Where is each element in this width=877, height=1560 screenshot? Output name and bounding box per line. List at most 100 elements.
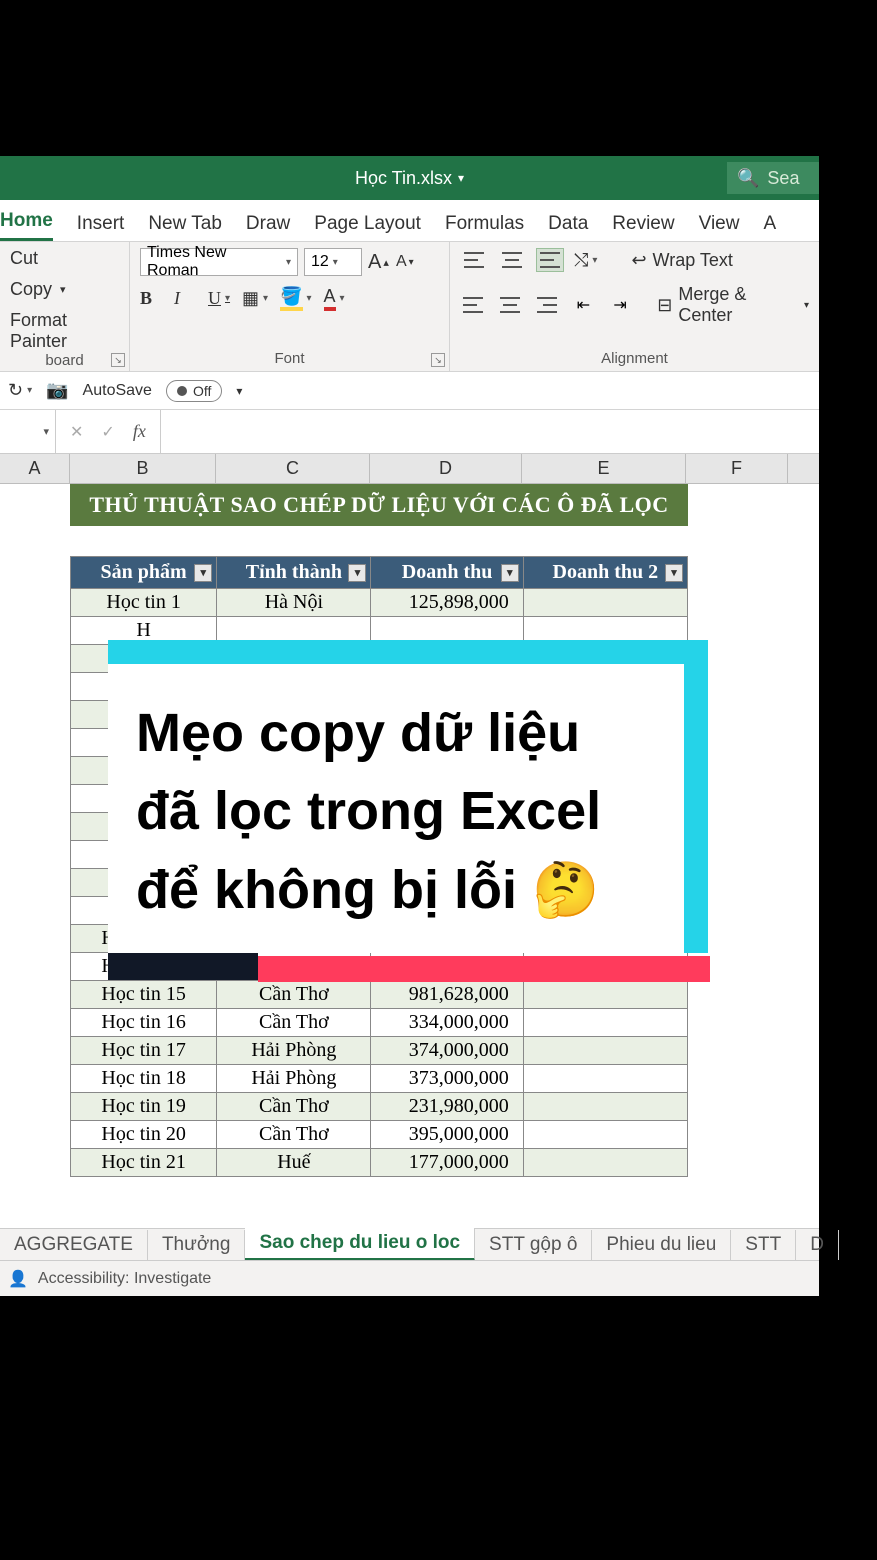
underline-button[interactable]: U [208,288,230,309]
cell-revenue2[interactable] [523,1009,687,1037]
sheet-tab-phieu[interactable]: Phieu du lieu [592,1230,731,1260]
search-box[interactable]: 🔍 Sea [727,162,819,194]
cell-city[interactable]: Cần Thơ [217,1093,371,1121]
col-c[interactable]: C [216,454,370,483]
table-row[interactable]: Học tin 21Huế177,000,000 [71,1149,688,1177]
filter-icon[interactable]: ▾ [501,564,519,582]
sheet-tab-thuong[interactable]: Thưởng [148,1230,246,1260]
cell-revenue[interactable]: 373,000,000 [371,1065,523,1093]
fill-color-button[interactable]: 🪣 [280,286,311,311]
table-row[interactable]: Học tin 1Hà Nội125,898,000 [71,589,688,617]
cell-revenue[interactable]: 334,000,000 [371,1009,523,1037]
cell-revenue[interactable]: 125,898,000 [371,589,523,617]
borders-button[interactable]: ▦ [242,288,268,309]
decrease-font-icon[interactable]: A▾ [396,253,418,271]
cell-city[interactable]: Cần Thơ [217,1009,371,1037]
camera-icon[interactable]: 📷 [46,380,68,401]
cell-product[interactable]: Học tin 16 [71,1009,217,1037]
filter-icon[interactable]: ▾ [665,564,683,582]
cell-revenue2[interactable] [523,1065,687,1093]
cell-revenue[interactable]: 177,000,000 [371,1149,523,1177]
decrease-indent-icon[interactable]: ⇤ [570,293,597,317]
cell-product[interactable]: Học tin 17 [71,1037,217,1065]
sheet-tab-saochep[interactable]: Sao chep du lieu o loc [245,1228,475,1261]
clipboard-dialog-launcher[interactable]: ↘ [111,353,125,367]
tab-home[interactable]: Home [0,202,53,241]
format-painter-button[interactable]: Format Painter [10,310,119,352]
wrap-text-button[interactable]: ↩ Wrap Text [631,250,732,271]
cell-product[interactable]: Học tin 15 [71,981,217,1009]
table-row[interactable]: Học tin 15Cần Thơ981,628,000 [71,981,688,1009]
cell-revenue2[interactable] [523,1093,687,1121]
sheet-tab-aggregate[interactable]: AGGREGATE [0,1230,148,1260]
cell-revenue[interactable]: 231,980,000 [371,1093,523,1121]
increase-indent-icon[interactable]: ⇥ [607,293,634,317]
cell-city[interactable]: Cần Thơ [217,1121,371,1149]
header-doanhthu[interactable]: Doanh thu ▾ [371,557,523,589]
cell-revenue[interactable]: 374,000,000 [371,1037,523,1065]
table-row[interactable]: Học tin 20Cần Thơ395,000,000 [71,1121,688,1149]
col-b[interactable]: B [70,454,216,483]
cell-city[interactable]: Cần Thơ [217,981,371,1009]
tab-newtab[interactable]: New Tab [148,205,222,241]
sheet-tab-d[interactable]: D [796,1230,839,1260]
merge-center-button[interactable]: ⊟ Merge & Center ▾ [657,284,809,326]
cancel-formula-icon[interactable]: ✕ [70,422,83,442]
col-a[interactable]: A [0,454,70,483]
accessibility-icon[interactable]: 👤 [8,1269,28,1289]
tab-more[interactable]: A [763,205,776,241]
cell-product[interactable]: Học tin 18 [71,1065,217,1093]
cell-revenue2[interactable] [523,589,687,617]
col-e[interactable]: E [522,454,686,483]
sheet-tab-sttgopo[interactable]: STT gộp ô [475,1230,592,1260]
filter-icon[interactable]: ▾ [348,564,366,582]
sheet-tab-stt[interactable]: STT [731,1230,796,1260]
enter-formula-icon[interactable]: ✓ [101,422,114,442]
copy-button[interactable]: Copy▾ [10,279,119,300]
workbook-title[interactable]: Học Tin.xlsx ▾ [355,168,464,189]
tab-formulas[interactable]: Formulas [445,205,524,241]
tab-draw[interactable]: Draw [246,205,290,241]
redo-button[interactable]: ↻ [8,380,32,401]
cell-revenue[interactable]: 981,628,000 [371,981,523,1009]
align-right-icon[interactable] [533,293,560,317]
cell-product[interactable]: Học tin 20 [71,1121,217,1149]
bold-button[interactable]: B [140,288,162,309]
cell-product[interactable]: Học tin 1 [71,589,217,617]
cell-product[interactable]: Học tin 21 [71,1149,217,1177]
filter-icon[interactable]: ▾ [194,564,212,582]
table-row[interactable]: Học tin 17Hải Phòng374,000,000 [71,1037,688,1065]
header-doanhthu2[interactable]: Doanh thu 2 ▾ [523,557,687,589]
font-color-button[interactable]: A [324,286,346,311]
align-left-icon[interactable] [460,293,487,317]
cell-revenue[interactable]: 395,000,000 [371,1121,523,1149]
tab-review[interactable]: Review [612,205,674,241]
cell-revenue2[interactable] [523,1121,687,1149]
col-f[interactable]: F [686,454,788,483]
cell-revenue2[interactable] [523,1037,687,1065]
font-size-combo[interactable]: 12▾ [304,248,362,276]
accessibility-status[interactable]: Accessibility: Investigate [38,1270,211,1288]
col-d[interactable]: D [370,454,522,483]
cell-city[interactable]: Huế [217,1149,371,1177]
align-middle-icon[interactable] [498,248,526,272]
fx-icon[interactable]: fx [133,421,146,442]
table-row[interactable]: Học tin 19Cần Thơ231,980,000 [71,1093,688,1121]
autosave-toggle[interactable]: Off [166,380,222,402]
orientation-button[interactable]: ⤭ [574,250,597,271]
tab-pagelayout[interactable]: Page Layout [314,205,421,241]
tab-data[interactable]: Data [548,205,588,241]
cell-revenue2[interactable] [523,981,687,1009]
align-bottom-icon[interactable] [536,248,564,272]
cell-product[interactable]: Học tin 19 [71,1093,217,1121]
formula-input[interactable] [161,410,819,453]
cut-button[interactable]: Cut [10,248,119,269]
tab-insert[interactable]: Insert [77,205,125,241]
cell-revenue2[interactable] [523,1149,687,1177]
font-dialog-launcher[interactable]: ↘ [431,353,445,367]
tab-view[interactable]: View [699,205,740,241]
name-box[interactable]: ▾ [0,410,56,453]
header-tinhthanh[interactable]: Tỉnh thành ▾ [217,557,371,589]
cell-city[interactable]: Hải Phòng [217,1037,371,1065]
align-top-icon[interactable] [460,248,488,272]
